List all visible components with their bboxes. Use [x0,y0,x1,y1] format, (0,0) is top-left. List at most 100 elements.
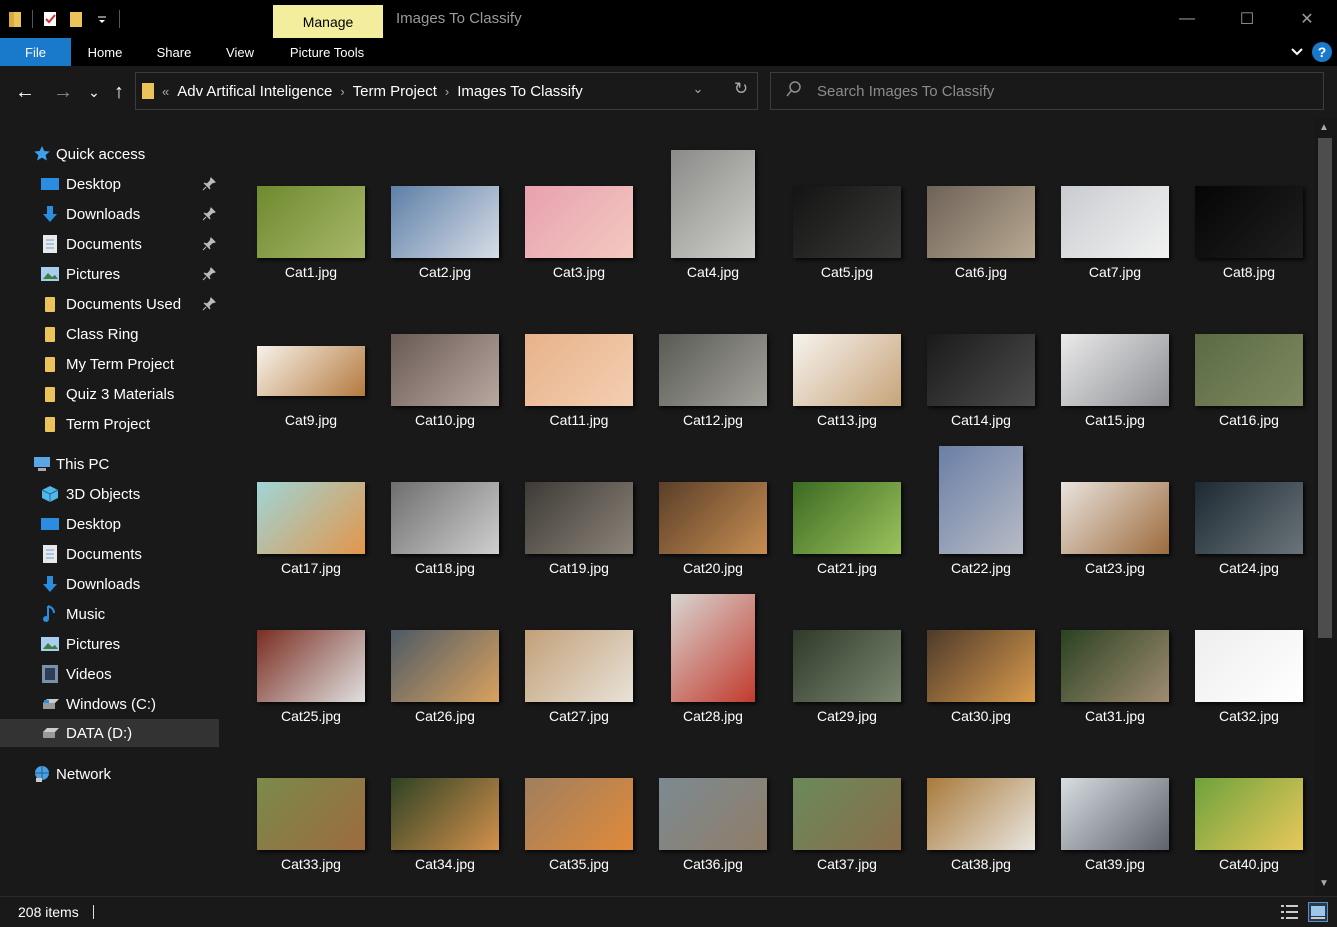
file-item[interactable]: Cat36.jpg [646,722,780,872]
manage-tab[interactable]: Manage [273,5,383,38]
image-thumbnail[interactable] [1061,334,1169,406]
file-item[interactable]: Cat13.jpg [780,278,914,428]
file-item[interactable]: Cat4.jpg [646,130,780,280]
sidebar-item-class-ring[interactable]: Class Ring [0,320,219,348]
image-thumbnail[interactable] [525,630,633,702]
details-view-icon[interactable] [1280,902,1300,922]
sidebar-item-data-d[interactable]: DATA (D:) [0,719,219,747]
image-thumbnail[interactable] [793,334,901,406]
file-item[interactable]: Cat22.jpg [914,426,1048,576]
image-thumbnail[interactable] [525,186,633,258]
file-item[interactable]: Cat8.jpg [1182,130,1315,280]
image-thumbnail[interactable] [927,186,1035,258]
sidebar-item-my-term-project[interactable]: My Term Project [0,350,219,378]
image-thumbnail[interactable] [257,346,365,396]
file-item[interactable]: Cat12.jpg [646,278,780,428]
sidebar-item-desktop[interactable]: Desktop [0,170,219,198]
image-thumbnail[interactable] [659,778,767,850]
sidebar-quick-access[interactable]: Quick access [0,140,219,168]
customize-toolbar-icon[interactable] [93,10,111,28]
file-item[interactable]: Cat3.jpg [512,130,646,280]
image-thumbnail[interactable] [525,334,633,406]
image-thumbnail[interactable] [257,186,365,258]
image-thumbnail[interactable] [391,778,499,850]
maximize-button[interactable]: ☐ [1217,0,1277,38]
image-thumbnail[interactable] [927,334,1035,406]
minimize-button[interactable]: — [1157,0,1217,38]
file-item[interactable]: Cat10.jpg [378,278,512,428]
file-item[interactable]: Cat1.jpg [244,130,378,280]
image-thumbnail[interactable] [525,482,633,554]
search-box[interactable]: Search Images To Classify [770,72,1324,110]
file-item[interactable]: Cat18.jpg [378,426,512,576]
sidebar-item-3d-objects[interactable]: 3D Objects [0,480,219,508]
file-item[interactable]: Cat16.jpg [1182,278,1315,428]
breadcrumb-chevron-icon[interactable]: › [443,84,451,99]
file-item[interactable]: Cat32.jpg [1182,574,1315,724]
scroll-thumb[interactable] [1318,138,1332,638]
image-thumbnail[interactable] [257,482,365,554]
image-thumbnail[interactable] [793,630,901,702]
file-item[interactable]: Cat20.jpg [646,426,780,576]
sidebar-item-music[interactable]: Music [0,600,219,628]
file-item[interactable]: Cat17.jpg [244,426,378,576]
expand-ribbon-chevron-icon[interactable] [1287,42,1307,62]
file-item[interactable]: Cat7.jpg [1048,130,1182,280]
file-item[interactable]: Cat33.jpg [244,722,378,872]
file-item[interactable]: Cat34.jpg [378,722,512,872]
breadcrumb-overflow[interactable]: « [154,84,171,99]
properties-icon[interactable] [41,10,59,28]
image-thumbnail[interactable] [1195,778,1303,850]
image-thumbnail[interactable] [391,630,499,702]
image-thumbnail[interactable] [659,482,767,554]
image-thumbnail[interactable] [671,150,755,258]
scroll-up-icon[interactable]: ▲ [1319,122,1329,133]
file-item[interactable]: Cat40.jpg [1182,722,1315,872]
large-icons-view-icon[interactable] [1308,902,1328,922]
help-button[interactable]: ? [1312,42,1332,62]
image-thumbnail[interactable] [1061,186,1169,258]
file-item[interactable]: Cat5.jpg [780,130,914,280]
image-thumbnail[interactable] [525,778,633,850]
sidebar-network[interactable]: Network [0,760,219,788]
image-thumbnail[interactable] [1195,482,1303,554]
sidebar-item-windows-c[interactable]: Windows (C:) [0,690,219,718]
vertical-scrollbar[interactable]: ▲ ▼ [1315,118,1337,896]
breadcrumb-term-project[interactable]: Term Project [347,83,443,100]
image-thumbnail[interactable] [1195,334,1303,406]
image-thumbnail[interactable] [391,334,499,406]
image-thumbnail[interactable] [1195,630,1303,702]
tab-home[interactable]: Home [76,38,134,66]
breadcrumb-images-to-classify[interactable]: Images To Classify [451,83,589,100]
image-thumbnail[interactable] [1195,186,1303,258]
file-item[interactable]: Cat24.jpg [1182,426,1315,576]
address-dropdown-icon[interactable]: ⌄ [688,81,708,101]
image-thumbnail[interactable] [257,630,365,702]
close-button[interactable]: ✕ [1277,0,1337,38]
refresh-button[interactable]: ↻ [730,79,752,101]
sidebar-this-pc[interactable]: This PC [0,450,219,478]
breadcrumb-adv-artifical-inteligence[interactable]: Adv Artifical Inteligence [171,83,338,100]
sidebar-item-pictures-pc[interactable]: Pictures [0,630,219,658]
file-item[interactable]: Cat35.jpg [512,722,646,872]
file-item[interactable]: Cat19.jpg [512,426,646,576]
image-thumbnail[interactable] [1061,778,1169,850]
file-item[interactable]: Cat26.jpg [378,574,512,724]
sidebar-item-documents[interactable]: Documents [0,230,219,258]
sidebar-item-desktop-pc[interactable]: Desktop [0,510,219,538]
sidebar-item-downloads[interactable]: Downloads [0,200,219,228]
tab-share[interactable]: Share [146,38,202,66]
image-thumbnail[interactable] [391,482,499,554]
sidebar-item-documents-used[interactable]: Documents Used [0,290,219,318]
file-item[interactable]: Cat23.jpg [1048,426,1182,576]
image-thumbnail[interactable] [927,630,1035,702]
file-item[interactable]: Cat14.jpg [914,278,1048,428]
sidebar-item-downloads-pc[interactable]: Downloads [0,570,219,598]
tab-file[interactable]: File [0,38,71,66]
address-bar[interactable]: « Adv Artifical Inteligence › Term Proje… [135,72,758,110]
file-item[interactable]: Cat2.jpg [378,130,512,280]
back-button[interactable]: ← [11,78,39,106]
file-item[interactable]: Cat15.jpg [1048,278,1182,428]
file-item[interactable]: Cat9.jpg [244,278,378,428]
file-item[interactable]: Cat27.jpg [512,574,646,724]
